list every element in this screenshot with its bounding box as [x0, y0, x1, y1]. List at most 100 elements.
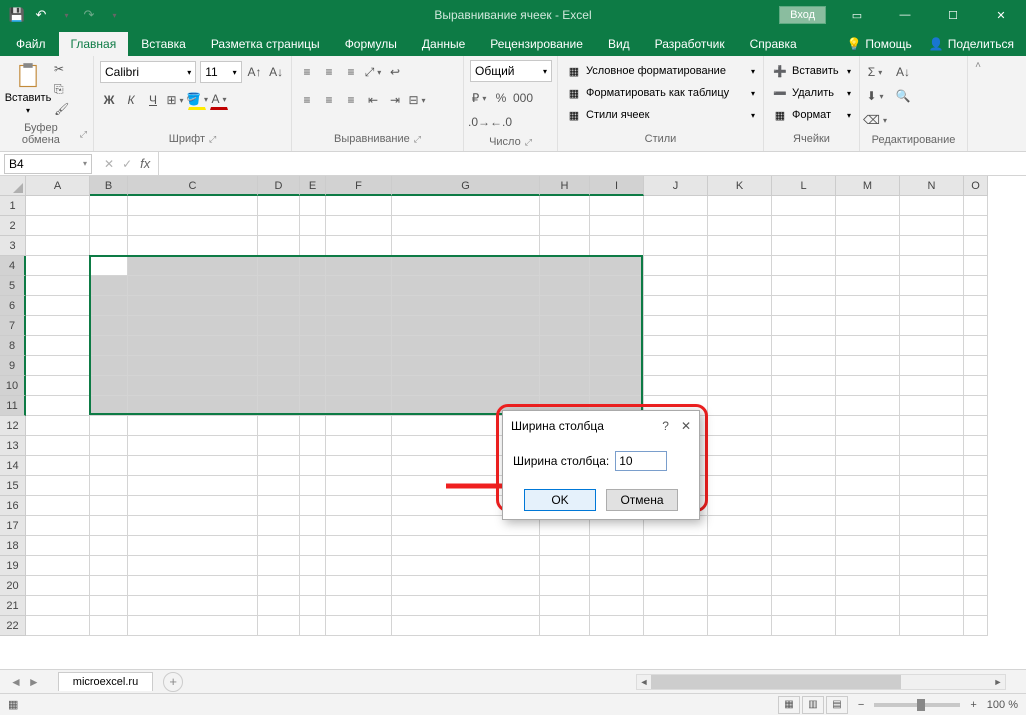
cell[interactable] [128, 236, 258, 256]
cell[interactable] [90, 436, 128, 456]
cell[interactable] [128, 356, 258, 376]
cell[interactable] [708, 376, 772, 396]
cell[interactable] [392, 236, 540, 256]
cell[interactable] [964, 596, 988, 616]
percent-icon[interactable]: % [492, 88, 510, 108]
clipboard-launcher-icon[interactable]: ⤢ [80, 129, 87, 140]
cell[interactable] [644, 536, 708, 556]
cell[interactable] [90, 216, 128, 236]
cell[interactable] [326, 376, 392, 396]
scroll-right-icon[interactable]: ► [991, 675, 1005, 689]
redo-icon[interactable]: ↷ [80, 6, 98, 24]
cell[interactable] [964, 316, 988, 336]
format-cells-button[interactable]: ▦Формат▾ [770, 104, 853, 126]
cell[interactable] [258, 556, 300, 576]
cell[interactable] [90, 576, 128, 596]
cell[interactable] [964, 576, 988, 596]
tab-nav-prev-icon[interactable]: ◄ [10, 675, 22, 689]
orientation-icon[interactable]: ⤢ [364, 62, 382, 82]
cell[interactable] [590, 316, 644, 336]
cell[interactable] [708, 216, 772, 236]
cell[interactable] [300, 296, 326, 316]
cell[interactable] [590, 356, 644, 376]
cell[interactable] [26, 296, 90, 316]
cell[interactable] [708, 336, 772, 356]
cell[interactable] [26, 276, 90, 296]
cell[interactable] [392, 556, 540, 576]
cell[interactable] [326, 316, 392, 336]
cell[interactable] [590, 276, 644, 296]
row-header[interactable]: 22 [0, 616, 26, 636]
cell[interactable] [90, 556, 128, 576]
cell[interactable] [836, 296, 900, 316]
align-right-icon[interactable]: ≡ [342, 90, 360, 110]
cell[interactable] [300, 576, 326, 596]
cell[interactable] [392, 256, 540, 276]
merge-button[interactable]: ⊟ [408, 90, 426, 110]
cell[interactable] [708, 416, 772, 436]
cell[interactable] [26, 416, 90, 436]
align-top-icon[interactable]: ≡ [298, 62, 316, 82]
cell[interactable] [90, 496, 128, 516]
cell[interactable] [900, 396, 964, 416]
cell[interactable] [644, 256, 708, 276]
cell[interactable] [26, 356, 90, 376]
underline-button[interactable]: Ч [144, 90, 162, 110]
cell[interactable] [836, 496, 900, 516]
cell[interactable] [392, 276, 540, 296]
cell[interactable] [708, 616, 772, 636]
cell[interactable] [772, 596, 836, 616]
cell[interactable] [392, 596, 540, 616]
cell[interactable] [128, 396, 258, 416]
cell[interactable] [964, 256, 988, 276]
dialog-help-icon[interactable]: ? [662, 419, 669, 433]
cell[interactable] [708, 356, 772, 376]
cell[interactable] [128, 296, 258, 316]
cell[interactable] [590, 536, 644, 556]
cell[interactable] [90, 256, 128, 276]
cell[interactable] [836, 316, 900, 336]
cell[interactable] [258, 216, 300, 236]
cell[interactable] [900, 596, 964, 616]
cell[interactable] [128, 336, 258, 356]
cell[interactable] [964, 236, 988, 256]
worksheet-grid[interactable]: ABCDEFGHIJKLMNO1234567891011121314151617… [0, 176, 1026, 669]
cell[interactable] [300, 556, 326, 576]
cell[interactable] [26, 596, 90, 616]
cell[interactable] [392, 356, 540, 376]
cell[interactable] [300, 516, 326, 536]
row-header[interactable]: 21 [0, 596, 26, 616]
align-middle-icon[interactable]: ≡ [320, 62, 338, 82]
cell[interactable] [128, 256, 258, 276]
cell[interactable] [26, 436, 90, 456]
cell[interactable] [900, 216, 964, 236]
cell[interactable] [326, 416, 392, 436]
cell[interactable] [772, 196, 836, 216]
cell-styles-button[interactable]: ▦Стили ячеек▾ [564, 104, 757, 126]
tab-file[interactable]: Файл [4, 32, 58, 56]
cell[interactable] [836, 236, 900, 256]
tab-layout[interactable]: Разметка страницы [199, 32, 332, 56]
undo-dropdown-icon[interactable] [56, 6, 74, 24]
cell[interactable] [26, 396, 90, 416]
cell[interactable] [326, 216, 392, 236]
cell[interactable] [708, 576, 772, 596]
add-sheet-button[interactable]: + [163, 672, 183, 692]
cell[interactable] [708, 316, 772, 336]
cell[interactable] [326, 276, 392, 296]
cell[interactable] [644, 596, 708, 616]
cell[interactable] [900, 196, 964, 216]
cell[interactable] [258, 456, 300, 476]
cell[interactable] [300, 396, 326, 416]
row-header[interactable]: 16 [0, 496, 26, 516]
cell[interactable] [772, 396, 836, 416]
cell[interactable] [964, 516, 988, 536]
cell[interactable] [258, 496, 300, 516]
column-header[interactable]: I [590, 176, 644, 196]
cell[interactable] [708, 276, 772, 296]
paste-button[interactable]: Вставить ▾ [6, 60, 50, 116]
cell[interactable] [300, 316, 326, 336]
cell[interactable] [964, 476, 988, 496]
row-header[interactable]: 1 [0, 196, 26, 216]
decrease-decimal-icon[interactable]: ←.0 [492, 112, 510, 132]
